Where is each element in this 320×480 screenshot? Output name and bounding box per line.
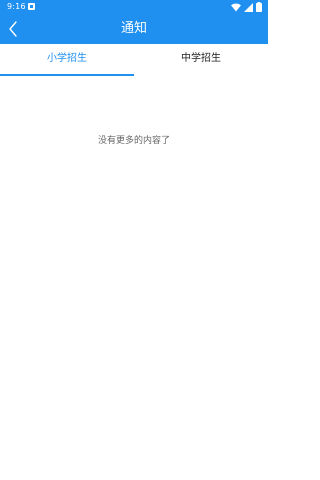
tab-indicator [0,74,134,76]
wifi-icon [231,3,241,12]
app-header: 9:16 通知 [0,0,268,44]
tab-bar: 小学招生 中学招生 [0,44,268,76]
status-icons [231,2,262,12]
page-title: 通知 [120,21,147,36]
chevron-left-icon [4,19,24,39]
empty-state-message: 没有更多的内容了 [97,136,170,146]
status-bar: 9:16 [0,0,268,14]
title-bar: 通知 [0,14,268,44]
battery-icon [256,2,262,12]
tab-primary-school-enrollment[interactable]: 小学招生 [0,44,134,76]
signal-icon [244,2,253,12]
tab-label: 中学招生 [181,53,221,64]
notification-icon [28,3,35,10]
status-time: 9:16 [7,2,26,11]
tab-middle-school-enrollment[interactable]: 中学招生 [134,44,268,76]
notifications-screen: 9:16 通知 小学招生 中学招生 没有更多的内容了 [0,0,268,480]
back-button[interactable] [4,19,24,39]
tab-label: 小学招生 [47,53,87,64]
